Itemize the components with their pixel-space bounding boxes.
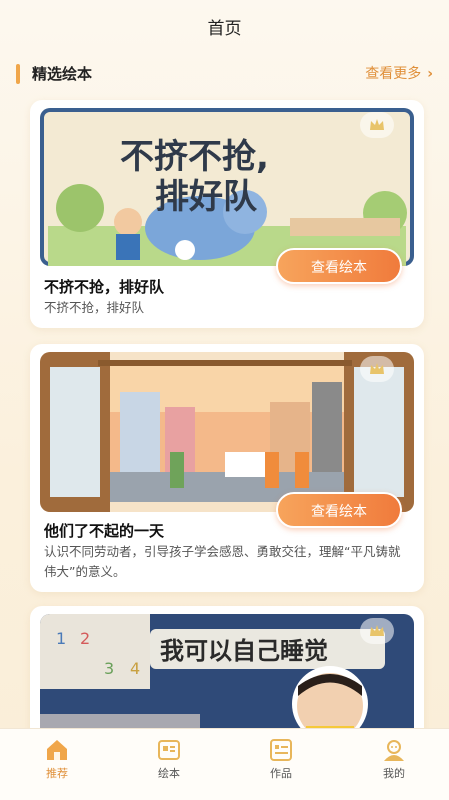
view-book-button[interactable]: 查看绘本 [276, 248, 402, 284]
chevron-right-icon: › [427, 66, 433, 82]
book-cover-image: 1 2 3 4 我可以自己睡觉 [40, 614, 414, 744]
tab-works[interactable]: 作品 [251, 737, 311, 781]
book-title: 不挤不抢，排好队 [44, 278, 165, 296]
section-accent-bar [16, 64, 20, 84]
book-card[interactable]: 查看绘本 他们了不起的一天 认识不同劳动者，引导孩子学会感恩、勇敢交往，理解“平… [30, 344, 424, 592]
bottom-tab-bar: 推荐 绘本 作品 我的 [0, 728, 449, 800]
page-title: 首页 [207, 19, 242, 39]
crown-icon [360, 618, 394, 644]
svg-text:3: 3 [104, 659, 114, 678]
svg-text:1: 1 [56, 629, 66, 648]
book-description: 认识不同劳动者，引导孩子学会感恩、勇敢交往，理解“平凡铸就伟大”的意义。 [44, 544, 401, 579]
tab-books[interactable]: 绘本 [139, 737, 199, 781]
view-more-label: 查看更多 [365, 66, 422, 82]
tab-profile[interactable]: 我的 [364, 737, 424, 781]
section-header: 精选绘本 查看更多 › [16, 62, 433, 86]
svg-text:4: 4 [130, 659, 140, 678]
cover-text-line1: 不挤不抢, [120, 137, 269, 177]
tab-label: 作品 [270, 767, 292, 780]
tab-label: 绘本 [158, 767, 180, 780]
section-title: 精选绘本 [32, 65, 93, 83]
cover-text-line2: 排好队 [155, 177, 258, 217]
book-card[interactable]: 1 2 3 4 我可以自己睡觉 [30, 606, 424, 746]
book-description: 不挤不抢，排好队 [44, 300, 145, 315]
book-icon [156, 737, 182, 763]
crown-icon [360, 112, 394, 138]
book-cover-image: 不挤不抢, 排好队 [40, 108, 414, 266]
book-cover-image [40, 352, 414, 512]
tab-recommend[interactable]: 推荐 [27, 737, 87, 781]
works-icon [268, 737, 294, 763]
book-title: 他们了不起的一天 [44, 522, 165, 540]
svg-text:2: 2 [80, 629, 90, 648]
view-book-button[interactable]: 查看绘本 [276, 492, 402, 528]
crown-icon [360, 356, 394, 382]
book-card[interactable]: 不挤不抢, 排好队 查看绘本 不挤不抢，排好队 不挤不抢，排好队 [30, 100, 424, 328]
cover-text: 我可以自己睡觉 [160, 637, 328, 665]
view-more-link[interactable]: 查看更多 › [365, 63, 433, 83]
tab-label: 推荐 [46, 767, 68, 780]
tab-label: 我的 [383, 767, 405, 780]
profile-icon [381, 737, 407, 763]
home-icon [44, 737, 70, 763]
